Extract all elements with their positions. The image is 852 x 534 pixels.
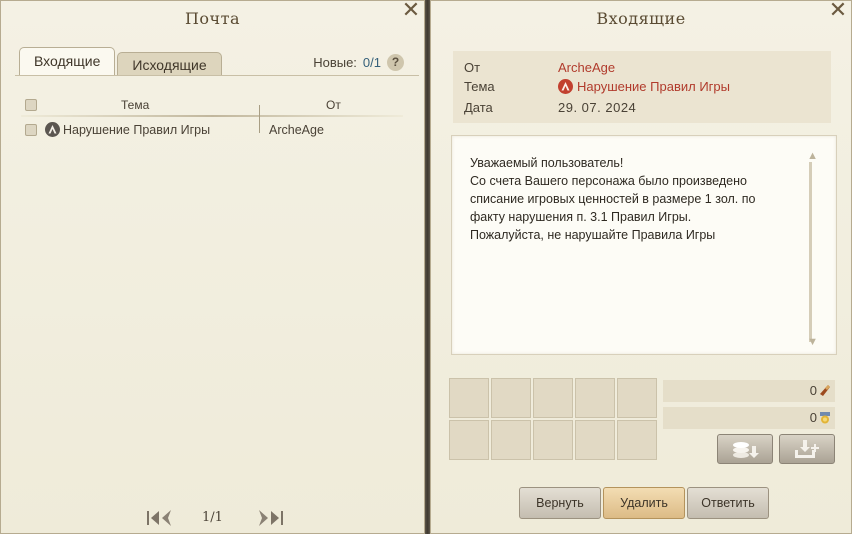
mail-detail-panel: Входящие ✕ От ArcheAge Тема Нарушение Пра… xyxy=(430,0,852,534)
body-line: Пожалуйста, не нарушайте Правила Игры xyxy=(470,228,716,242)
pagination: 1/1 xyxy=(145,506,285,530)
first-page-button[interactable] xyxy=(145,506,173,534)
scrollbar[interactable] xyxy=(809,162,812,342)
column-from[interactable]: От xyxy=(326,98,341,112)
mail-body-text: Уважаемый пользователь! Со счета Вашего … xyxy=(470,154,790,244)
reply-button[interactable]: Ответить xyxy=(687,487,769,519)
close-mail-button[interactable]: ✕ xyxy=(400,0,422,22)
scroll-down-icon[interactable]: ▼ xyxy=(807,336,818,348)
attachment-slot[interactable] xyxy=(533,420,573,460)
tab-inbox[interactable]: Входящие xyxy=(19,47,116,76)
meta-date-label: Дата xyxy=(464,100,493,115)
medal-value: 0 xyxy=(809,410,817,425)
double-chevron-left-icon xyxy=(147,510,171,526)
medal-attachment: 0 xyxy=(663,407,835,429)
header-divider xyxy=(21,115,403,117)
body-line: факту нарушения п. 3.1 Правил Игры. xyxy=(470,210,692,224)
attachment-slot[interactable] xyxy=(617,378,657,418)
system-mail-icon xyxy=(45,122,60,137)
row-subject-text: Нарушение Правил Игры xyxy=(63,122,211,137)
meta-date-value: 29. 07. 2024 xyxy=(558,100,637,115)
coins-down-icon xyxy=(733,442,759,458)
attachment-slot[interactable] xyxy=(491,378,531,418)
tab-underline xyxy=(15,75,419,76)
row-from: ArcheAge xyxy=(269,123,324,137)
page-indicator: 1/1 xyxy=(202,510,223,525)
attachment-slot[interactable] xyxy=(449,420,489,460)
attachment-slot[interactable] xyxy=(533,378,573,418)
mail-body: Уважаемый пользователь! Со счета Вашего … xyxy=(451,135,837,355)
coin-icon xyxy=(820,385,830,396)
take-money-button[interactable] xyxy=(717,434,773,464)
attachment-slot[interactable] xyxy=(617,420,657,460)
return-button[interactable]: Вернуть xyxy=(519,487,601,519)
system-mail-icon xyxy=(558,79,573,94)
mail-list-header: Тема От xyxy=(21,97,403,133)
meta-from-label: От xyxy=(464,60,481,75)
attachment-slot[interactable] xyxy=(449,378,489,418)
meta-subject-value: Нарушение Правил Игры xyxy=(577,79,730,94)
tab-outbox[interactable]: Исходящие xyxy=(117,52,222,76)
attachment-slots xyxy=(449,378,657,460)
attachment-slot[interactable] xyxy=(575,420,615,460)
meta-date-row: Дата 29. 07. 2024 xyxy=(464,100,636,115)
row-subject[interactable]: Нарушение Правил Игры xyxy=(45,122,210,137)
mail-panel-title: Почта xyxy=(184,9,241,28)
help-icon[interactable]: ? xyxy=(387,54,404,71)
close-detail-button[interactable]: ✕ xyxy=(827,0,849,22)
meta-subject-row: Тема Нарушение Правил Игры xyxy=(464,79,730,94)
money-attachment: 0 xyxy=(663,380,835,402)
mail-meta: От ArcheAge Тема Нарушение Правил Игры Да… xyxy=(453,51,831,123)
new-mail-label: Новые: xyxy=(313,55,357,70)
row-checkbox[interactable] xyxy=(25,124,37,136)
new-mail-value: 0/1 xyxy=(362,55,381,70)
take-items-button[interactable] xyxy=(779,434,835,464)
scroll-up-icon[interactable]: ▲ xyxy=(807,150,818,162)
money-value: 0 xyxy=(809,383,817,398)
attachment-slot[interactable] xyxy=(491,420,531,460)
meta-from-row: От ArcheAge xyxy=(464,60,615,75)
select-all-checkbox[interactable] xyxy=(25,99,37,111)
body-line: списание игровых ценностей в размере 1 з… xyxy=(470,192,756,206)
body-line: Со счета Вашего персонажа было произведе… xyxy=(470,174,747,188)
new-mail-counter: Новые: 0/1 ? xyxy=(313,54,404,71)
meta-from-value: ArcheAge xyxy=(558,60,616,75)
meta-subject-label: Тема xyxy=(464,79,495,94)
delete-button[interactable]: Удалить xyxy=(603,487,685,519)
attachment-slot[interactable] xyxy=(575,378,615,418)
column-subject[interactable]: Тема xyxy=(121,98,149,112)
medal-icon xyxy=(820,412,830,424)
mail-list-row[interactable]: Нарушение Правил Игры ArcheAge xyxy=(21,122,403,140)
mail-tabs: Входящие Исходящие xyxy=(19,47,222,76)
download-plus-icon xyxy=(795,440,819,458)
body-line: Уважаемый пользователь! xyxy=(470,156,624,170)
mail-list-panel: Почта ✕ Входящие Исходящие Новые: 0/1 ? … xyxy=(0,0,425,534)
detail-panel-title: Входящие xyxy=(596,9,686,28)
double-chevron-right-icon xyxy=(259,510,283,526)
last-page-button[interactable] xyxy=(257,506,285,534)
